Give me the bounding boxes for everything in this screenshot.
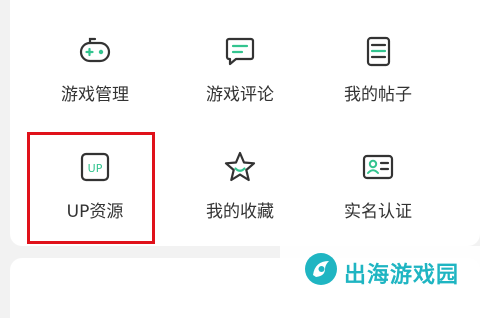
post-document-icon bbox=[366, 36, 391, 67]
menu-item-label: 我的帖子 bbox=[344, 85, 412, 105]
menu-item-real-name-verification[interactable]: 实名认证 bbox=[308, 124, 448, 236]
function-grid-card: 游戏管理 游戏评论 我的帖子 UP UP资源 我的收藏 实名认证 bbox=[10, 0, 480, 246]
up-resource-icon: UP bbox=[80, 152, 110, 182]
watermark-text: 出海游戏园 bbox=[344, 263, 460, 288]
menu-item-game-comments[interactable]: 游戏评论 bbox=[170, 0, 310, 112]
star-favorite-icon bbox=[224, 151, 256, 182]
menu-item-label: 游戏评论 bbox=[206, 85, 274, 105]
up-icon-text: UP bbox=[88, 162, 103, 175]
menu-item-my-posts[interactable]: 我的帖子 bbox=[308, 0, 448, 112]
function-grid: 游戏管理 游戏评论 我的帖子 UP UP资源 我的收藏 实名认证 bbox=[10, 0, 480, 246]
chuhai-logo-icon bbox=[305, 253, 337, 285]
menu-item-game-management[interactable]: 游戏管理 bbox=[25, 0, 165, 112]
menu-item-label: 实名认证 bbox=[344, 202, 412, 222]
id-card-icon bbox=[362, 154, 394, 180]
watermark: 出海游戏园 bbox=[280, 246, 480, 297]
menu-item-up-resources[interactable]: UP UP资源 bbox=[25, 124, 165, 236]
menu-item-my-favorites[interactable]: 我的收藏 bbox=[170, 124, 310, 236]
comment-icon bbox=[225, 37, 255, 66]
gamepad-icon bbox=[79, 37, 111, 63]
menu-item-label: 我的收藏 bbox=[206, 202, 274, 222]
menu-item-label: 游戏管理 bbox=[61, 85, 129, 105]
menu-item-label: UP资源 bbox=[66, 202, 124, 222]
